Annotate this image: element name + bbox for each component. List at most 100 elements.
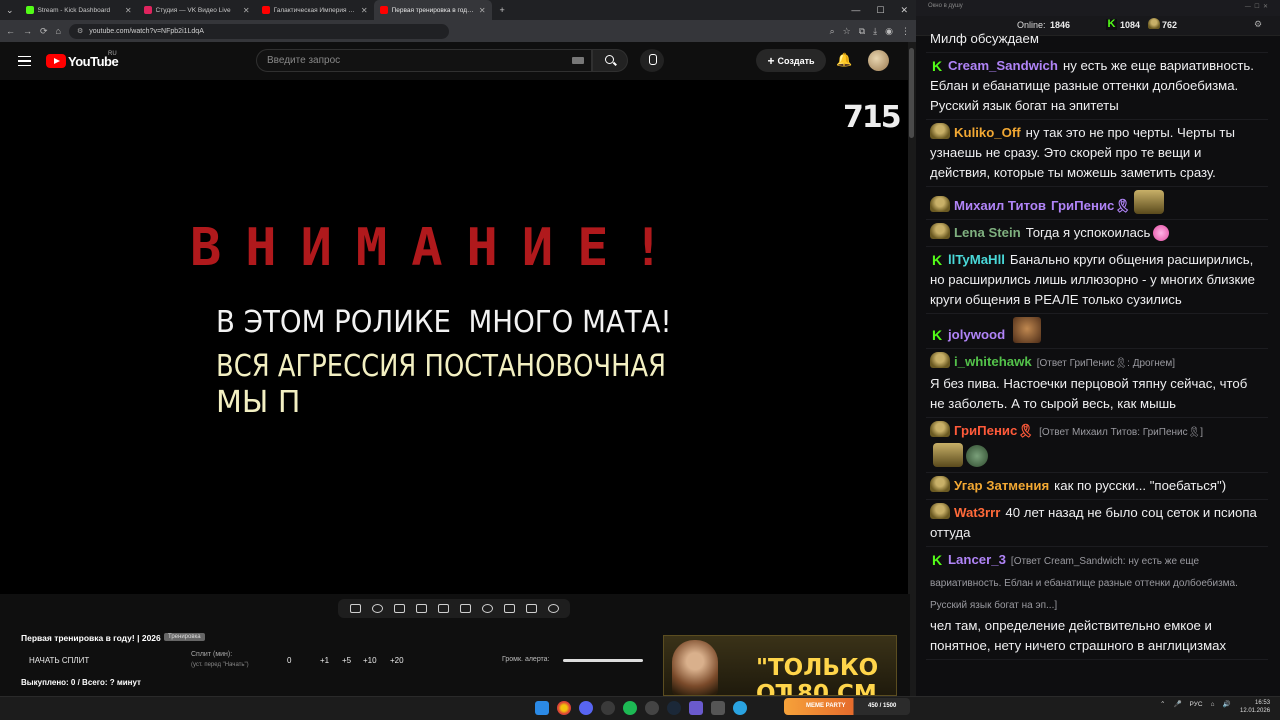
close-tab-icon[interactable]: ✕ [125, 6, 132, 15]
speed-icon[interactable] [481, 604, 493, 613]
meme-party-widget[interactable]: MEME PARTY 450 / 1500 [784, 698, 910, 715]
start-menu-icon[interactable] [535, 701, 549, 715]
site-info-icon[interactable]: ⚙ [77, 27, 83, 35]
frames-icon[interactable] [459, 604, 471, 613]
steam-icon[interactable] [667, 701, 681, 715]
loop-icon[interactable] [349, 604, 361, 613]
chat-message-text: Тогда я успокоилась [1025, 225, 1151, 240]
chat-username[interactable]: jolywood [948, 327, 1005, 342]
tab-kick-dashboard[interactable]: Stream - Kick Dashboard ✕ [20, 0, 138, 20]
extensions-icon[interactable]: ⧉ [859, 26, 865, 37]
taskbar-clock[interactable]: 16:53 12.01.2026 [1240, 699, 1270, 715]
split-plus-5-button[interactable]: +5 [342, 656, 351, 665]
start-split-button[interactable]: НАЧАТЬ СПЛИТ [29, 656, 89, 665]
settings-gear-icon[interactable] [547, 604, 559, 613]
app-icon[interactable] [645, 701, 659, 715]
minimize-icon[interactable]: — [843, 5, 868, 15]
chat-username[interactable]: Михаил Титов [954, 198, 1046, 213]
url-input[interactable]: ⚙ youtube.com/watch?v=NFpb2i1LdqA [68, 23, 450, 39]
tab-list-icon[interactable]: ⌄ [0, 5, 20, 16]
tab-galactic-empire[interactable]: Галактическая Империя – воз ✕ [256, 0, 374, 20]
chat-message: Угар Затмения как по русски... "поебаться… [926, 473, 1268, 500]
bookmark-star-icon[interactable]: ☆ [843, 26, 851, 37]
srat-vechno-emote-icon [1134, 190, 1165, 214]
search-input[interactable]: Введите запрос [256, 49, 592, 72]
face-emote-icon [1013, 317, 1042, 343]
split-plus-10-button[interactable]: +10 [363, 656, 377, 665]
chat-window-controls-icon[interactable]: — ☐ ✕ [1245, 3, 1268, 10]
spotify-icon[interactable] [623, 701, 637, 715]
home-icon[interactable]: ⌂ [56, 26, 61, 36]
browser-tab-strip: ⌄ Stream - Kick Dashboard ✕ Студия — VK … [0, 0, 916, 20]
viewer-avatar-icon [1148, 18, 1160, 29]
country-code: RU [108, 51, 117, 57]
user-badge-icon [930, 196, 950, 212]
app-icon[interactable] [711, 701, 725, 715]
chat-username[interactable]: Lena Stein [954, 225, 1021, 240]
tray-network-icon[interactable]: ⌂ [1211, 701, 1215, 708]
chat-username[interactable]: i_whitehawk [954, 354, 1032, 369]
download-icon[interactable]: ⤓ [873, 26, 877, 37]
kick-badge-icon: K [930, 327, 944, 343]
chat-message: ГриПенис🎗 [Ответ Михаил Титов: ГриПенис🎗] [926, 418, 1268, 473]
chat-username[interactable]: llTyMaHll [948, 252, 1005, 267]
split-hint: (уст. перед "Начать") [191, 662, 249, 668]
avatar[interactable] [868, 50, 889, 71]
theater-icon[interactable] [437, 604, 449, 613]
screenshot-camera-icon[interactable] [525, 604, 537, 613]
user-badge-icon [930, 352, 950, 368]
maximize-icon[interactable]: ☐ [868, 5, 892, 16]
create-button[interactable]: + Создать [756, 49, 826, 72]
back-icon[interactable]: ← [6, 26, 15, 36]
user-badge-icon [930, 503, 950, 519]
tray-volume-icon[interactable]: 🔊 [1223, 700, 1231, 708]
chat-reply-context: [Ответ ГриПенис🎗: Дрогнем] [1036, 358, 1176, 369]
youtube-logo-icon[interactable] [46, 54, 66, 68]
video-corner-number: 715 [843, 100, 902, 135]
split-plus-20-button[interactable]: +20 [390, 656, 404, 665]
discord-icon[interactable] [579, 701, 593, 715]
windows-taskbar [0, 696, 1280, 720]
telegram-icon[interactable] [733, 701, 747, 715]
obs-icon[interactable] [601, 701, 615, 715]
voice-search-mic-icon[interactable] [640, 49, 664, 72]
chat-message-list[interactable]: Милф обсуждаем K Cream_Sandwich ну есть же… [926, 32, 1268, 692]
chat-username[interactable]: Wat3rrr [954, 505, 1000, 520]
chat-username[interactable]: Kuliko_Off [954, 125, 1021, 140]
close-tab-icon[interactable]: ✕ [361, 6, 368, 15]
new-tab-icon[interactable]: + [492, 5, 513, 15]
hamburger-menu-icon[interactable] [18, 56, 31, 66]
close-tab-icon[interactable]: ✕ [243, 6, 250, 15]
chat-username[interactable]: Cream_Sandwich [948, 58, 1058, 73]
reload-icon[interactable]: ⟳ [40, 26, 48, 37]
chat-message: Kjolywood [926, 314, 1268, 349]
tray-mic-icon[interactable]: 🎤 [1173, 700, 1181, 708]
tab-vk-studio[interactable]: Студия — VK Видео Live ✕ [138, 0, 256, 20]
alert-volume-slider[interactable] [563, 659, 643, 662]
audio-icon[interactable] [371, 604, 383, 613]
vk-favicon-icon [143, 6, 152, 14]
keyboard-icon[interactable] [572, 57, 584, 64]
profile-icon[interactable]: ◉ [885, 26, 893, 37]
chat-settings-gear-icon[interactable]: ⚙ [1254, 19, 1262, 30]
close-tab-icon[interactable]: ✕ [479, 6, 486, 15]
add-icon[interactable] [503, 604, 515, 613]
chat-username[interactable]: ГриПенис🎗 [954, 423, 1034, 438]
cast-icon[interactable] [393, 604, 405, 613]
split-plus-1-button[interactable]: +1 [320, 656, 329, 665]
chat-username[interactable]: Lancer_3 [948, 552, 1006, 567]
zoom-icon[interactable]: ⌕ [830, 26, 835, 37]
tab-first-training[interactable]: Первая тренировка в году! | 2 ✕ [373, 0, 492, 20]
clip-icon[interactable] [415, 604, 427, 613]
close-window-icon[interactable]: ✕ [892, 5, 916, 16]
forward-icon[interactable]: → [23, 26, 32, 36]
media-player-icon[interactable] [689, 701, 703, 715]
input-language[interactable]: РУС [1190, 701, 1203, 708]
chrome-icon[interactable] [557, 701, 571, 715]
menu-dots-icon[interactable]: ⋮ [901, 26, 910, 37]
chat-window-titlebar: Окно в душу — ☐ ✕ [916, 0, 1280, 16]
chat-username[interactable]: Угар Затмения [954, 478, 1049, 493]
notifications-bell-icon[interactable]: 🔔 [836, 52, 852, 68]
tray-chevron-icon[interactable]: ⌃ [1160, 700, 1165, 708]
page-scrollbar-thumb[interactable] [909, 48, 914, 138]
